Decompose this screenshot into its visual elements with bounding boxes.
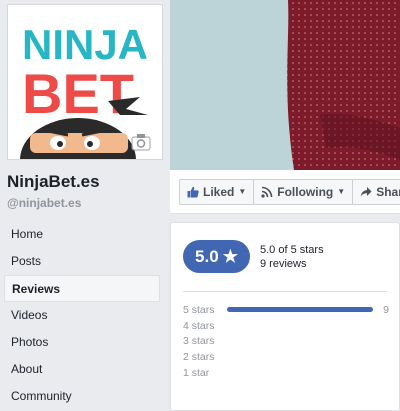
thumbs-up-icon [187, 186, 199, 197]
rating-row-4[interactable]: 4 stars [183, 318, 389, 334]
share-arrow-icon [360, 186, 372, 197]
rss-icon [261, 186, 273, 198]
liked-button[interactable]: Liked ▼ [179, 178, 255, 205]
rating-row-label: 2 stars [183, 350, 215, 363]
logo-text-ninja: NINJA [22, 21, 148, 68]
rating-score: 5.0 [195, 246, 219, 266]
star-icon: ★ [222, 246, 238, 266]
ninjabet-logo: NINJA BET [8, 5, 162, 159]
rating-row-1[interactable]: 1 star [183, 365, 389, 381]
rating-distribution: 5 stars 9 4 stars 3 stars 2 stars 1 star [183, 302, 389, 380]
rating-row-label: 3 stars [183, 335, 215, 348]
rating-row-count: 9 [383, 303, 389, 316]
divider [183, 291, 387, 292]
profile-picture[interactable]: NINJA BET [7, 4, 163, 160]
page-name[interactable]: NinjaBet.es [7, 172, 100, 192]
rating-row-bar [227, 323, 373, 328]
rating-row-label: 4 stars [183, 319, 215, 332]
nav-item-photos[interactable]: Photos [4, 329, 160, 356]
page-action-bar: Liked ▼ Following ▼ Share [170, 170, 400, 214]
rating-row-bar [227, 354, 373, 359]
reviews-card: 5.0 ★ 5.0 of 5 stars 9 reviews 5 stars 9… [170, 222, 400, 411]
following-button[interactable]: Following ▼ [253, 178, 354, 205]
rating-row-bar [227, 307, 373, 313]
rating-row-2[interactable]: 2 stars [183, 349, 389, 365]
following-label: Following [277, 184, 334, 199]
nav-item-about[interactable]: About [4, 356, 160, 383]
rating-row-bar [227, 370, 373, 375]
rating-row-3[interactable]: 3 stars [183, 333, 389, 349]
nav-item-home[interactable]: Home [4, 221, 160, 248]
rating-summary: 5.0 of 5 stars 9 reviews [260, 243, 324, 271]
share-label: Share [376, 184, 400, 199]
page-nav: Home Posts Reviews Videos Photos About C… [4, 221, 160, 410]
rating-row-label: 5 stars [183, 303, 215, 316]
liked-label: Liked [203, 184, 235, 199]
rating-summary-count[interactable]: 9 reviews [260, 257, 324, 271]
cover-photo[interactable] [170, 0, 400, 170]
logo-text-bet: BET [22, 62, 134, 125]
rating-row-fill [227, 307, 373, 313]
nav-item-videos[interactable]: Videos [4, 302, 160, 329]
nav-item-community[interactable]: Community [4, 383, 160, 410]
page-handle[interactable]: @ninjabet.es [7, 196, 81, 210]
nav-item-posts[interactable]: Posts [4, 248, 160, 275]
left-column: NINJA BET NinjaBet.es @ninjabet.es Home … [0, 0, 168, 411]
rating-summary-stars: 5.0 of 5 stars [260, 244, 324, 256]
rating-row-5[interactable]: 5 stars 9 [183, 302, 389, 318]
rating-score-badge: 5.0 ★ [183, 240, 250, 273]
nav-item-reviews[interactable]: Reviews [4, 275, 160, 302]
share-button[interactable]: Share [352, 178, 400, 205]
chevron-down-icon: ▼ [337, 187, 346, 196]
cover-image [170, 0, 400, 170]
rating-row-bar [227, 339, 373, 344]
rating-row-label: 1 star [183, 366, 210, 379]
chevron-down-icon: ▼ [238, 187, 247, 196]
